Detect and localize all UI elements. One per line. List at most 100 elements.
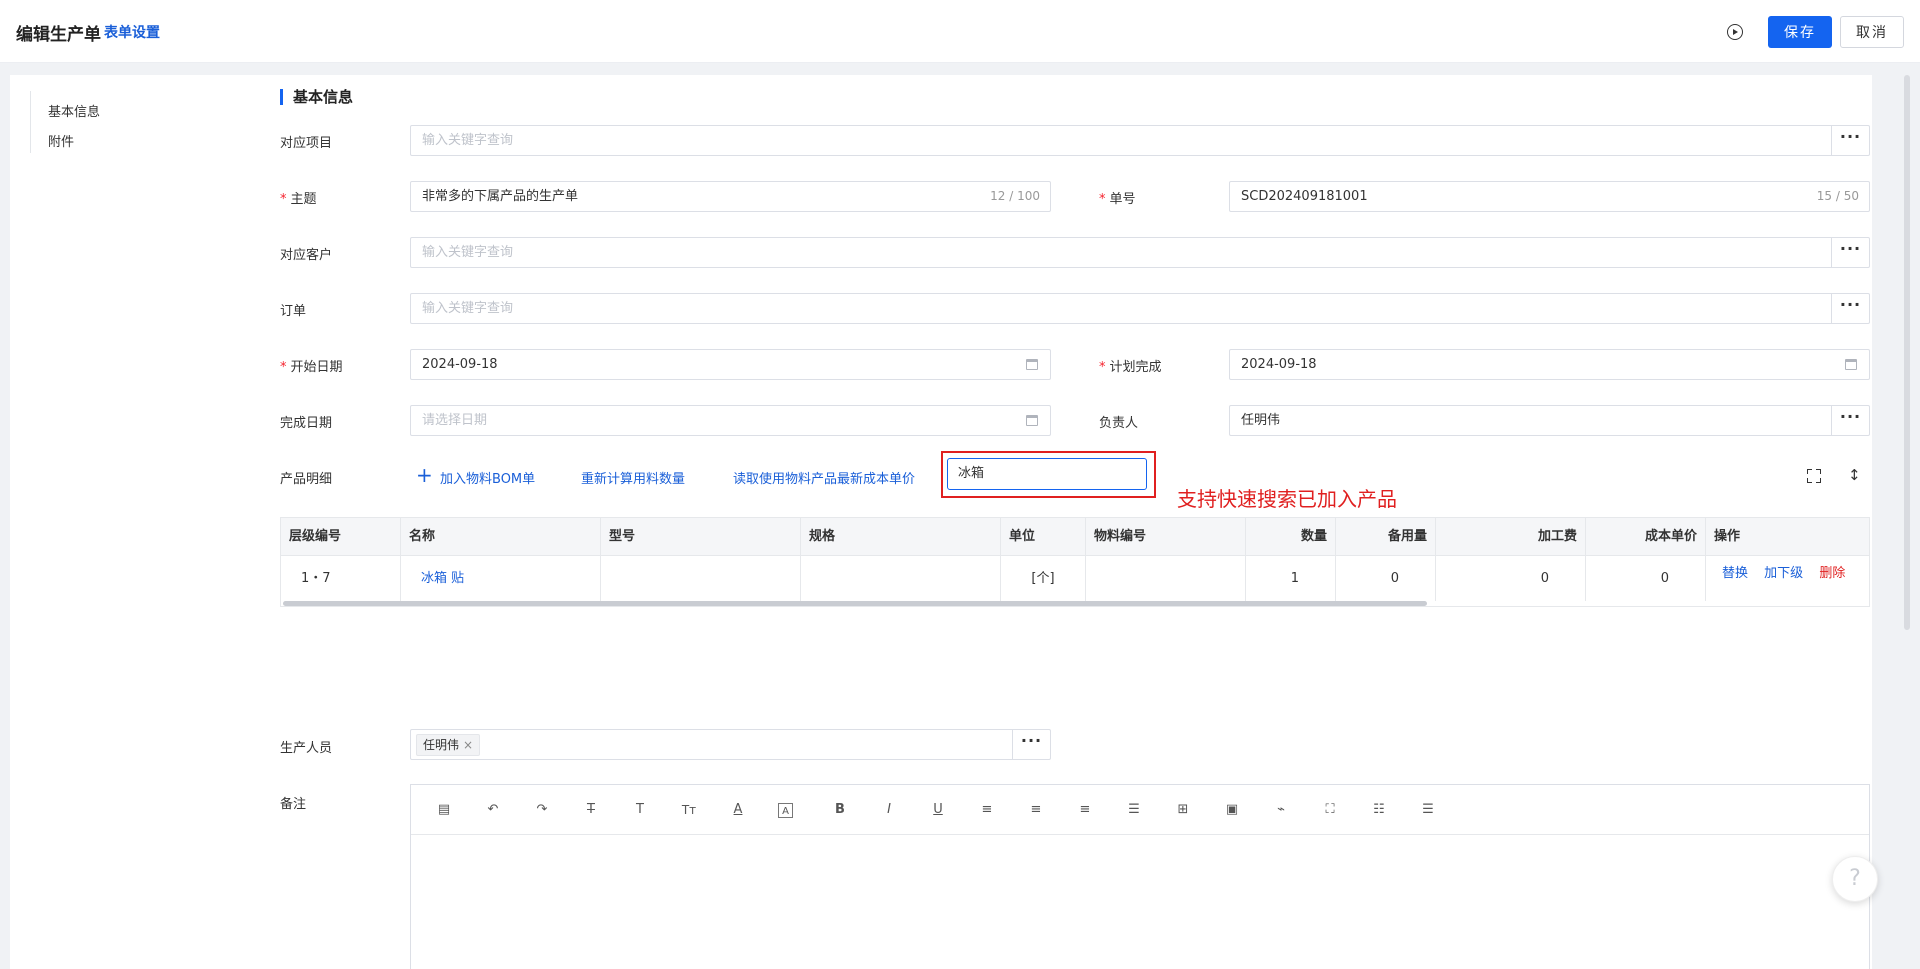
fullscreen-icon[interactable]: ⛶	[1321, 801, 1339, 819]
cell-actions: 替换 加下级 删除	[1706, 556, 1871, 601]
section-title: 基本信息	[280, 89, 353, 105]
start-date-value: 2024-09-18	[422, 357, 498, 372]
sidebar-divider	[30, 91, 31, 153]
help-button[interactable]: ?	[1832, 856, 1878, 902]
italic-icon[interactable]: I	[880, 801, 898, 819]
table-header: 层级编号 名称 型号 规格 单位 物料编号 数量 备用量 加工费 成本单价 操作	[281, 518, 1869, 556]
read-cost-button[interactable]: 读取使用物料产品最新成本单价	[733, 468, 915, 487]
customer-more-button[interactable]: ···	[1831, 238, 1869, 267]
owner-more-button[interactable]: ···	[1831, 406, 1869, 435]
cell-cost[interactable]: 0	[1586, 556, 1706, 601]
subject-char-count: 12 / 100	[990, 189, 1040, 203]
cell-model	[601, 556, 801, 601]
order-more-button[interactable]: ···	[1831, 294, 1869, 323]
redo-icon[interactable]: ↷	[533, 801, 551, 819]
recalc-quantity-button[interactable]: 重新计算用料数量	[581, 468, 685, 487]
sidebar: 基本信息 附件 〈	[10, 75, 259, 969]
cell-level: 1・7	[281, 556, 401, 601]
form-settings-link[interactable]: 表单设置	[104, 22, 160, 42]
project-placeholder: 输入关键字查询	[422, 133, 514, 148]
finish-date-picker[interactable]: 请选择日期	[410, 405, 1051, 436]
product-detail-label: 产品明细	[280, 472, 333, 487]
staff-more-button[interactable]: ···	[1012, 730, 1050, 759]
horizontal-scrollbar[interactable]	[283, 601, 1427, 606]
image-icon[interactable]: ▣	[1223, 801, 1241, 819]
subject-input[interactable]: 非常多的下属产品的生产单 12 / 100	[410, 181, 1051, 212]
annotation-frame	[941, 451, 1156, 498]
table-icon[interactable]: ⊞	[1174, 801, 1192, 819]
save-button[interactable]: 保存	[1768, 16, 1832, 48]
number-value: SCD202409181001	[1241, 189, 1368, 204]
cell-name-link[interactable]: 冰箱 贴	[401, 556, 601, 601]
cell-unit: [个]	[1001, 556, 1086, 601]
col-spec: 规格	[801, 518, 1001, 555]
project-input[interactable]: 输入关键字查询 ···	[410, 125, 1870, 156]
fullscreen-icon[interactable]	[1807, 469, 1821, 483]
cancel-button[interactable]: 取消	[1840, 16, 1904, 48]
play-icon[interactable]	[1727, 24, 1743, 40]
sidebar-item-basic-info[interactable]: 基本信息	[48, 101, 100, 120]
add-bom-button[interactable]: 加入物料BOM单	[440, 468, 535, 487]
project-more-button[interactable]: ···	[1831, 126, 1869, 155]
col-qty: 数量	[1246, 518, 1336, 555]
align-left-icon[interactable]: ≡	[978, 801, 996, 819]
owner-input[interactable]: 任明伟 ···	[1229, 405, 1870, 436]
undo-icon[interactable]: ↶	[484, 801, 502, 819]
staff-tag: 任明伟 ×	[416, 734, 481, 756]
order-input[interactable]: 输入关键字查询 ···	[410, 293, 1870, 324]
top-bar: 编辑生产单 表单设置 保存 取消	[0, 0, 1920, 63]
row-height-icon[interactable]: ↕	[1848, 466, 1861, 484]
start-date-picker[interactable]: 2024-09-18	[410, 349, 1051, 380]
add-child-link[interactable]: 加下级	[1764, 566, 1803, 581]
vertical-scrollbar[interactable]	[1904, 75, 1910, 630]
close-icon[interactable]: ×	[463, 738, 473, 752]
template-icon[interactable]: ▤	[435, 801, 453, 819]
strikethrough-icon[interactable]: T	[582, 801, 600, 819]
cell-qty[interactable]: 1	[1246, 556, 1336, 601]
font-size-icon[interactable]: Tт	[680, 801, 698, 819]
align-center-icon[interactable]: ≡	[1027, 801, 1045, 819]
editor-toolbar: ▤ ↶ ↷ T T Tт A A B I U ≡ ≡ ≡ ☰ ⊞ ▣ ⌁ ⛶ ☷…	[411, 785, 1869, 835]
production-staff-label: 生产人员	[280, 741, 333, 756]
bold-icon[interactable]: B	[831, 801, 849, 819]
customer-input[interactable]: 输入关键字查询 ···	[410, 237, 1870, 268]
col-material-no: 物料编号	[1086, 518, 1246, 555]
sidebar-item-attachments[interactable]: 附件	[48, 131, 74, 150]
number-input[interactable]: SCD202409181001 15 / 50	[1229, 181, 1870, 212]
remark-label: 备注	[280, 797, 307, 812]
calendar-icon	[1026, 415, 1038, 426]
annotation-text: 支持快速搜索已加入产品	[1177, 487, 1397, 511]
align-right-icon[interactable]: ≡	[1076, 801, 1094, 819]
delete-link[interactable]: 删除	[1819, 566, 1845, 581]
number-label: * 单号	[1099, 192, 1136, 207]
attachment-icon[interactable]: ⌁	[1272, 801, 1290, 819]
cell-material-no	[1086, 556, 1246, 601]
plan-finish-picker[interactable]: 2024-09-18	[1229, 349, 1870, 380]
unordered-list-icon[interactable]: ☰	[1419, 801, 1437, 819]
ordered-list-icon[interactable]: ☷	[1370, 801, 1388, 819]
subject-value: 非常多的下属产品的生产单	[422, 189, 579, 204]
col-cost: 成本单价	[1586, 518, 1706, 555]
owner-label: 负责人	[1099, 416, 1139, 431]
remark-editor[interactable]: ▤ ↶ ↷ T T Tт A A B I U ≡ ≡ ≡ ☰ ⊞ ▣ ⌁ ⛶ ☷…	[410, 784, 1870, 969]
start-date-label: * 开始日期	[280, 360, 343, 375]
plus-icon[interactable]: +	[416, 465, 433, 485]
text-icon[interactable]: T	[631, 801, 649, 819]
order-label: 订单	[280, 304, 307, 319]
cell-process-fee[interactable]: 0	[1436, 556, 1586, 601]
cell-spec	[801, 556, 1001, 601]
background-color-icon[interactable]: A	[778, 803, 793, 818]
plan-finish-value: 2024-09-18	[1241, 357, 1317, 372]
font-color-icon[interactable]: A	[729, 801, 747, 819]
cell-reserve[interactable]: 0	[1336, 556, 1436, 601]
owner-value: 任明伟	[1241, 413, 1281, 428]
col-actions: 操作	[1714, 529, 1741, 544]
replace-link[interactable]: 替换	[1722, 566, 1748, 581]
align-justify-icon[interactable]: ☰	[1125, 801, 1143, 819]
calendar-icon	[1845, 359, 1857, 370]
project-label: 对应项目	[280, 136, 333, 151]
underline-icon[interactable]: U	[929, 801, 947, 819]
production-staff-input[interactable]: 任明伟 × ···	[410, 729, 1051, 760]
product-table: 层级编号 名称 型号 规格 单位 物料编号 数量 备用量 加工费 成本单价 操作…	[280, 517, 1870, 607]
col-level: 层级编号	[281, 518, 401, 555]
